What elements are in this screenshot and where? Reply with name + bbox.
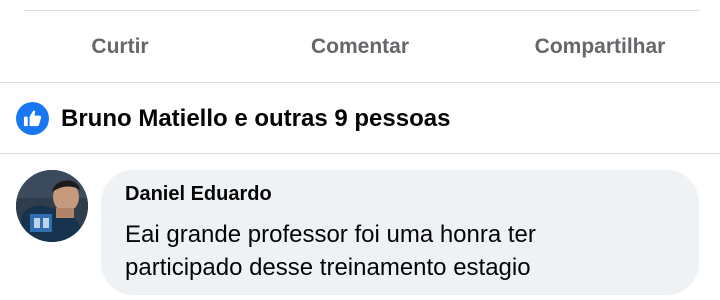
like-button[interactable]: Curtir bbox=[60, 11, 180, 82]
comment-text: Eai grande professor foi uma honra ter p… bbox=[125, 218, 685, 284]
comment-line: Eai grande professor foi uma honra ter bbox=[125, 221, 536, 248]
comment-button[interactable]: Comentar bbox=[280, 11, 440, 82]
post-action-bar: Curtir Comentar Compartilhar bbox=[0, 11, 720, 82]
commenter-avatar[interactable] bbox=[16, 170, 88, 242]
comment-line: participado desse treinamento estagio bbox=[125, 254, 531, 281]
share-button[interactable]: Compartilhar bbox=[510, 11, 690, 82]
comment-author[interactable]: Daniel Eduardo bbox=[125, 183, 272, 206]
reactions-summary[interactable]: Bruno Matiello e outras 9 pessoas bbox=[0, 83, 720, 153]
reactions-text[interactable]: Bruno Matiello e outras 9 pessoas bbox=[61, 102, 450, 135]
thumbs-up-icon bbox=[16, 102, 49, 135]
comment-bubble: Daniel Eduardo Eai grande professor foi … bbox=[101, 170, 699, 295]
reactions-divider bbox=[0, 153, 720, 154]
